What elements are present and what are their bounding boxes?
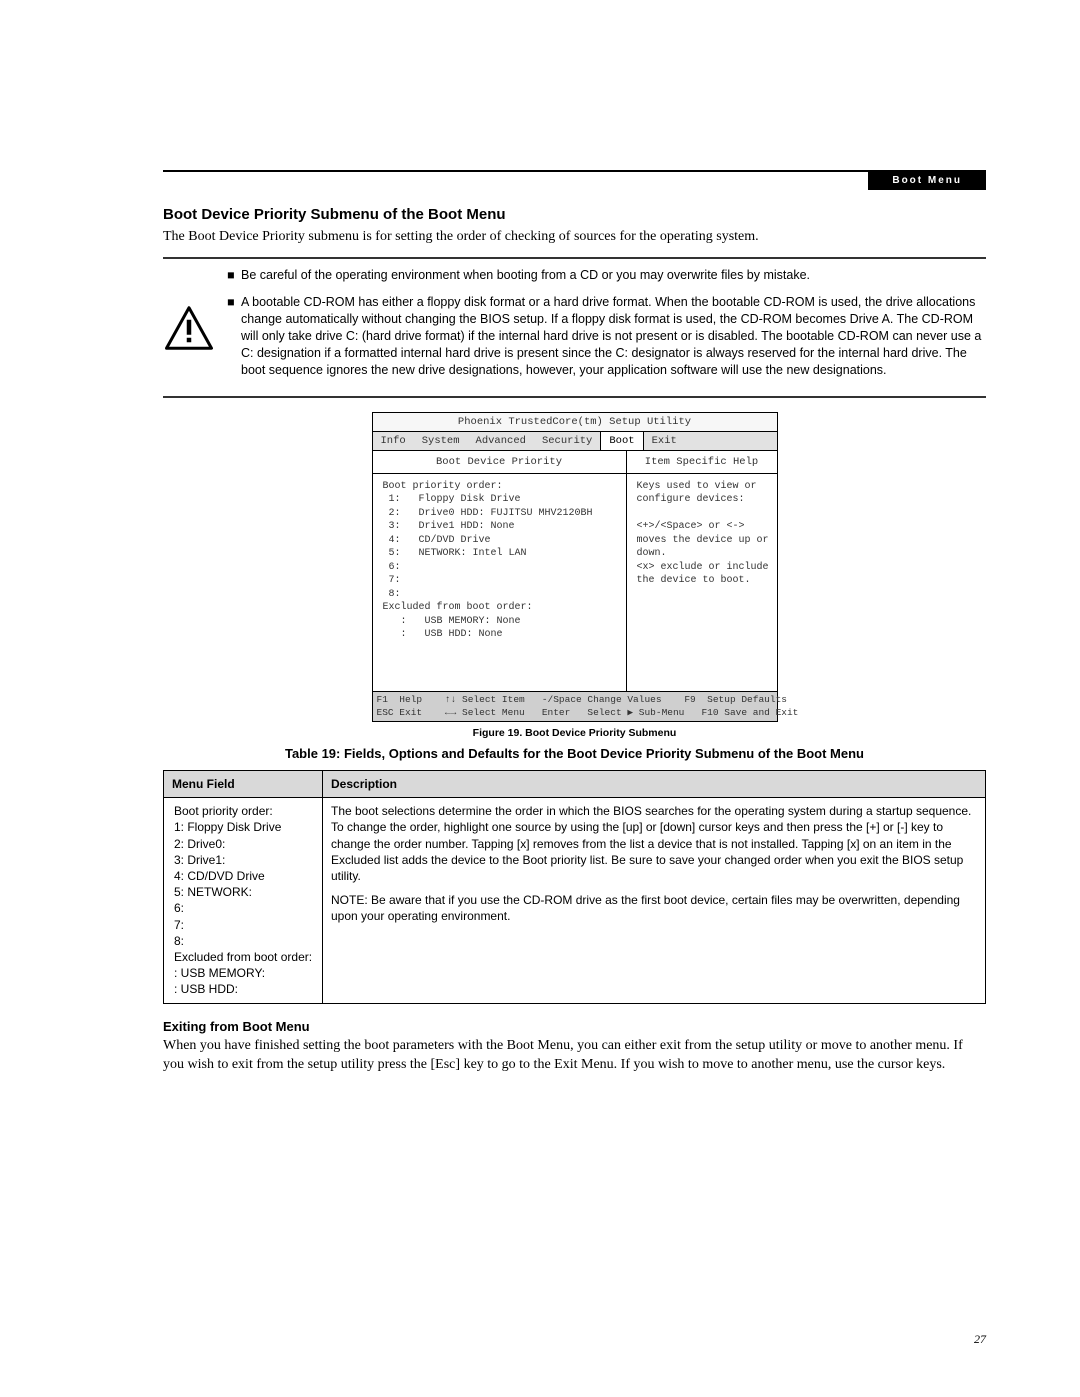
bios-left-header: Boot Device Priority [373,451,626,474]
warning-separator-top [163,257,986,259]
description-para2: NOTE: Be aware that if you use the CD-RO… [331,892,977,924]
page-content: Boot Device Priority Submenu of the Boot… [163,205,986,1085]
document-page: Boot Menu Boot Device Priority Submenu o… [0,0,1080,1397]
description-para1: The boot selections determine the order … [331,803,977,884]
intro-paragraph: The Boot Device Priority submenu is for … [163,228,986,247]
bios-left-panel: Boot Device Priority Boot priority order… [373,451,627,691]
chapter-label: Boot Menu [868,172,986,190]
bios-screenshot: Phoenix TrustedCore(tm) Setup Utility In… [372,412,778,722]
bios-help-text: Keys used to view or configure devices: … [627,474,777,594]
cell-description: The boot selections determine the order … [323,798,986,1003]
warning-block: ■ Be careful of the operating environmen… [163,267,986,388]
exiting-heading: Exiting from Boot Menu [163,1018,986,1036]
exiting-body: When you have finished setting the boot … [163,1037,986,1075]
col-header-menu-field: Menu Field [164,771,323,798]
section-heading: Boot Device Priority Submenu of the Boot… [163,205,986,225]
bios-tab-bar: Info System Advanced Security Boot Exit [373,431,777,451]
table-row: Boot priority order: 1: Floppy Disk Driv… [164,798,986,1003]
figure-caption: Figure 19. Boot Device Priority Submenu [163,726,986,740]
bios-priority-list: Boot priority order: 1: Floppy Disk Driv… [373,474,626,648]
col-header-description: Description [323,771,986,798]
bios-panels: Boot Device Priority Boot priority order… [373,451,777,692]
bios-tab-info: Info [373,432,414,450]
warning-item: ■ A bootable CD-ROM has either a floppy … [227,294,986,378]
options-table: Menu Field Description Boot priority ord… [163,770,986,1003]
bullet-icon: ■ [227,294,235,378]
page-number: 27 [974,1331,986,1347]
bios-right-panel: Item Specific Help Keys used to view or … [627,451,777,691]
bios-tab-advanced: Advanced [468,432,534,450]
bios-tab-system: System [414,432,468,450]
bios-footer: F1 Help ↑↓ Select Item -/Space Change Va… [373,692,777,722]
warning-item: ■ Be careful of the operating environmen… [227,267,986,284]
bios-tab-boot: Boot [600,432,643,450]
bios-right-header: Item Specific Help [627,451,777,474]
cell-menu-field: Boot priority order: 1: Floppy Disk Driv… [164,798,323,1003]
bios-tab-exit: Exit [644,432,685,450]
top-rule [163,170,986,172]
bios-tab-security: Security [534,432,600,450]
warning-separator-bottom [163,396,986,398]
bullet-icon: ■ [227,267,235,284]
bios-title: Phoenix TrustedCore(tm) Setup Utility [373,413,777,430]
warning-text: Be careful of the operating environment … [241,267,810,284]
warning-text: A bootable CD-ROM has either a floppy di… [241,294,986,378]
warning-icon [163,267,215,388]
warning-list: ■ Be careful of the operating environmen… [227,267,986,388]
table-title: Table 19: Fields, Options and Defaults f… [163,745,986,763]
